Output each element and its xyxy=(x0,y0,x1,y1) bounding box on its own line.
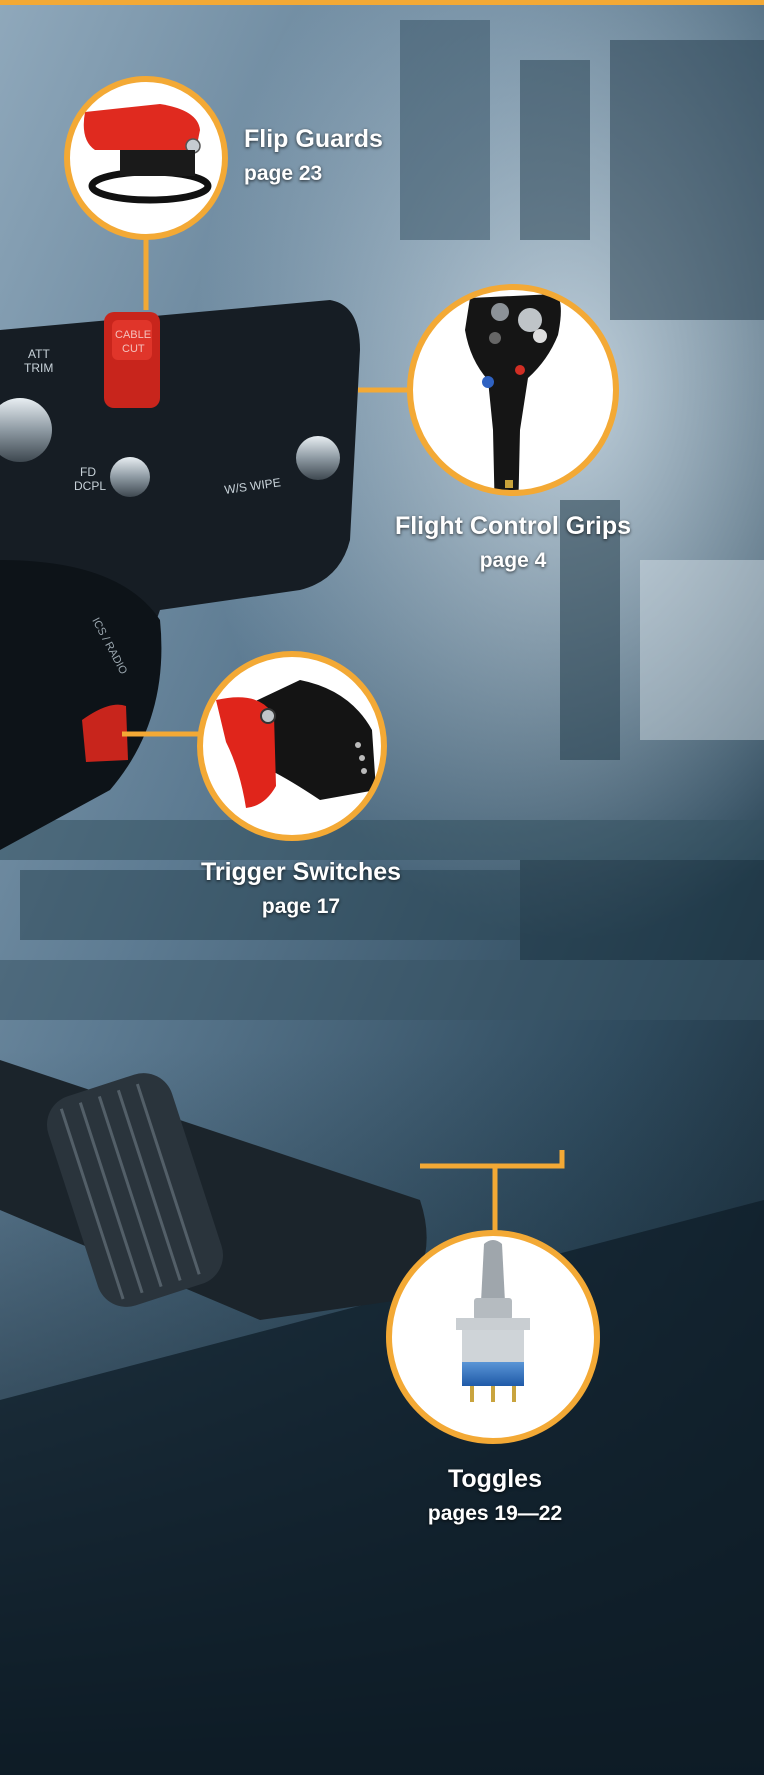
toggles-label[interactable]: Toggles pages 19—22 xyxy=(400,1465,590,1526)
callout-page-ref: page 17 xyxy=(261,895,341,918)
cable-cut-marking: CABLE xyxy=(115,329,151,341)
callout-title: Flight Control Grips xyxy=(394,512,632,540)
flight-control-grips-label[interactable]: Flight Control Grips page 4 xyxy=(388,512,638,573)
cable-cut-marking-2: CUT xyxy=(122,343,145,355)
fd-marking-2: DCPL xyxy=(74,479,106,493)
flip-guard-callout-circle[interactable] xyxy=(64,76,228,240)
callout-page-ref: pages 19—22 xyxy=(427,1502,563,1525)
att-trim-marking-2: TRIM xyxy=(24,361,53,375)
callout-page-ref: page 23 xyxy=(244,162,323,185)
att-trim-marking: ATT xyxy=(28,347,50,361)
callout-page-ref: page 4 xyxy=(479,549,547,572)
flip-guards-label[interactable]: Flip Guards page 23 xyxy=(244,125,383,186)
callout-title: Trigger Switches xyxy=(200,858,402,886)
callout-title: Flip Guards xyxy=(244,125,383,153)
toggle-switch-callout-circle[interactable] xyxy=(386,1230,600,1444)
callout-title: Toggles xyxy=(448,1465,542,1493)
trigger-switch-callout-circle[interactable] xyxy=(197,651,387,841)
trigger-switches-label[interactable]: Trigger Switches page 17 xyxy=(190,858,412,919)
fd-marking: FD xyxy=(80,465,96,479)
